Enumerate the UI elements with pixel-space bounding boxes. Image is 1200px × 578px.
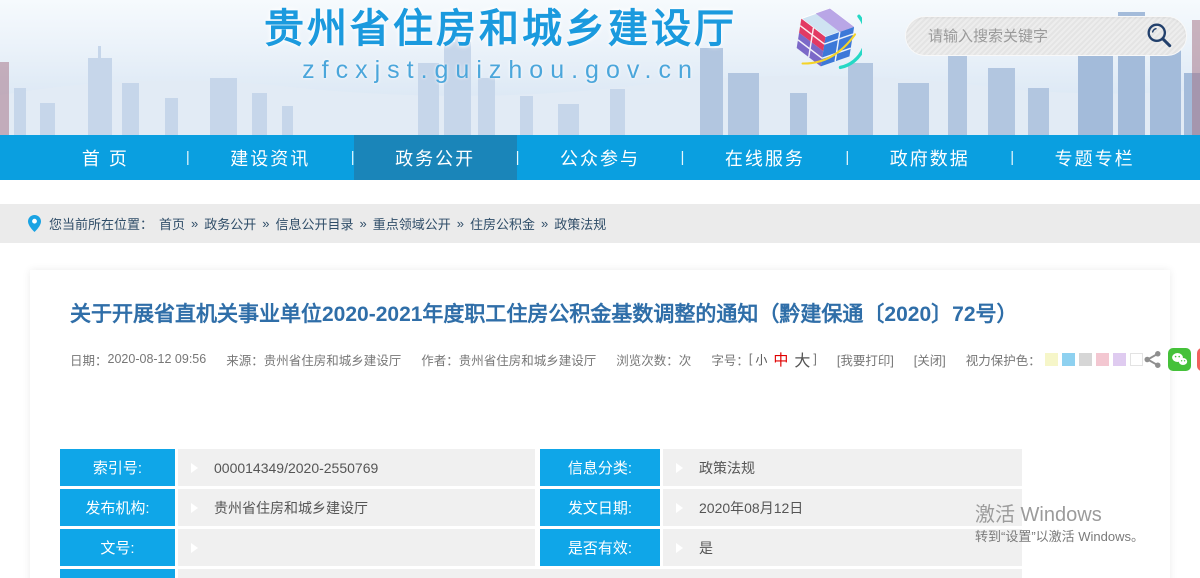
breadcrumb-link-policies[interactable]: 政策法规: [554, 214, 606, 233]
info-value-category: 政策法规: [663, 449, 1022, 486]
meta-views: 浏览次数：次: [616, 350, 691, 369]
nav-item-government-affairs[interactable]: 政务公开: [354, 135, 517, 180]
info-label-issuing-agency: 发布机构:: [60, 489, 175, 526]
search-icon[interactable]: [1146, 22, 1174, 50]
eyecare-swatch-gray[interactable]: [1079, 353, 1092, 366]
page: 贵州省住房和城乡建设厅 zfcxjst.guizhou.gov.cn: [0, 0, 1200, 578]
info-label-document-number: 文号:: [60, 529, 175, 566]
info-value-document-number: [178, 529, 535, 566]
info-value-issuing-agency: 贵州省住房和城乡建设厅: [178, 489, 535, 526]
breadcrumb-link-housing-fund[interactable]: 住房公积金: [470, 214, 535, 233]
article-meta: 日期：2020-08-12 09:56 来源：贵州省住房和城乡建设厅 作者：贵州…: [70, 347, 1130, 371]
table-row: 名 称: 关于开展省直机关事业单位2020-2021年度职工住房公积金基数调整的…: [60, 569, 1022, 578]
main-nav: 首 页 | 建设资讯 | 政务公开 | 公众参与 | 在线服务 | 政府数据 |…: [0, 135, 1200, 180]
breadcrumb-separator: »: [457, 216, 464, 231]
arrow-right-icon: [676, 463, 683, 473]
info-value-title: 关于开展省直机关事业单位2020-2021年度职工住房公积金基数调整的通知（黔建…: [178, 569, 1022, 578]
eyecare-swatch-purple[interactable]: [1113, 353, 1126, 366]
eyecare-swatch-blue[interactable]: [1062, 353, 1075, 366]
fontsize-small-button[interactable]: 小: [755, 351, 767, 368]
nav-item-construction-news[interactable]: 建设资讯: [189, 135, 352, 180]
info-label-index-number: 索引号:: [60, 449, 175, 486]
breadcrumb-link-home[interactable]: 首页: [159, 214, 185, 233]
eyecare-swatch-white[interactable]: [1130, 353, 1143, 366]
nav-item-government-data[interactable]: 政府数据: [848, 135, 1011, 180]
share-icon[interactable]: [1143, 350, 1162, 369]
site-identity: 贵州省住房和城乡建设厅 zfcxjst.guizhou.gov.cn: [228, 5, 773, 85]
breadcrumb-separator: »: [360, 216, 367, 231]
arrow-right-icon: [676, 503, 683, 513]
close-button[interactable]: [关闭]: [914, 350, 946, 369]
info-value-issue-date: 2020年08月12日: [663, 489, 1022, 526]
location-pin-icon: [28, 215, 41, 232]
breadcrumb-prefix: 您当前所在位置：: [49, 214, 153, 233]
site-url: zfcxjst.guizhou.gov.cn: [228, 55, 773, 85]
breadcrumb-link-info-catalog[interactable]: 信息公开目录: [276, 214, 354, 233]
search-box: [905, 16, 1187, 56]
table-row: 文号: 是否有效: 是: [60, 529, 1022, 566]
article-title: 关于开展省直机关事业单位2020-2021年度职工住房公积金基数调整的通知（黔建…: [70, 300, 1130, 330]
table-row: 发布机构: 贵州省住房和城乡建设厅 发文日期: 2020年08月12日: [60, 489, 1022, 526]
wechat-icon[interactable]: [1168, 348, 1191, 371]
arrow-right-icon: [676, 543, 683, 553]
breadcrumb-separator: »: [191, 216, 198, 231]
breadcrumb-separator: »: [541, 216, 548, 231]
eyecare-colors: 视力保护色：: [966, 350, 1143, 369]
site-title: 贵州省住房和城乡建设厅: [228, 5, 773, 53]
info-value-index-number: 000014349/2020-2550769: [178, 449, 535, 486]
info-label-title: 名 称:: [60, 569, 175, 578]
colorful-cube-logo[interactable]: [788, 3, 862, 77]
fontsize-control: 字号： [ 小 中 大 ]: [711, 347, 817, 371]
info-value-validity: 是: [663, 529, 1022, 566]
nav-item-home[interactable]: 首 页: [24, 135, 187, 180]
eyecare-swatch-pink[interactable]: [1096, 353, 1109, 366]
meta-date: 日期：2020-08-12 09:56: [70, 350, 206, 369]
info-label-category: 信息分类:: [540, 449, 660, 486]
eyecare-swatch-yellow[interactable]: [1045, 353, 1058, 366]
meta-author: 作者：贵州省住房和城乡建设厅: [421, 350, 596, 369]
fontsize-medium-button[interactable]: 中: [773, 349, 788, 370]
info-label-validity: 是否有效:: [540, 529, 660, 566]
nav-item-public-participation[interactable]: 公众参与: [519, 135, 682, 180]
site-header: 贵州省住房和城乡建设厅 zfcxjst.guizhou.gov.cn: [0, 0, 1200, 135]
nav-item-online-services[interactable]: 在线服务: [683, 135, 846, 180]
print-button[interactable]: [我要打印]: [837, 350, 894, 369]
share-buttons: [1143, 348, 1200, 371]
arrow-right-icon: [191, 503, 198, 513]
search-input[interactable]: [928, 28, 1146, 45]
table-row: 索引号: 000014349/2020-2550769 信息分类: 政策法规: [60, 449, 1022, 486]
breadcrumb: 您当前所在位置： 首页 » 政务公开 » 信息公开目录 » 重点领域公开 » 住…: [0, 204, 1200, 243]
arrow-right-icon: [191, 463, 198, 473]
fontsize-large-button[interactable]: 大: [794, 347, 810, 371]
breadcrumb-separator: »: [262, 216, 269, 231]
meta-source: 来源：贵州省住房和城乡建设厅: [226, 350, 401, 369]
article-card: 关于开展省直机关事业单位2020-2021年度职工住房公积金基数调整的通知（黔建…: [30, 270, 1170, 578]
info-label-issue-date: 发文日期:: [540, 489, 660, 526]
breadcrumb-link-key-areas[interactable]: 重点领域公开: [373, 214, 451, 233]
breadcrumb-link-gov-affairs[interactable]: 政务公开: [204, 214, 256, 233]
nav-item-special-columns[interactable]: 专题专栏: [1013, 135, 1176, 180]
arrow-right-icon: [191, 543, 198, 553]
info-table: 索引号: 000014349/2020-2550769 信息分类: 政策法规 发…: [60, 449, 1022, 578]
